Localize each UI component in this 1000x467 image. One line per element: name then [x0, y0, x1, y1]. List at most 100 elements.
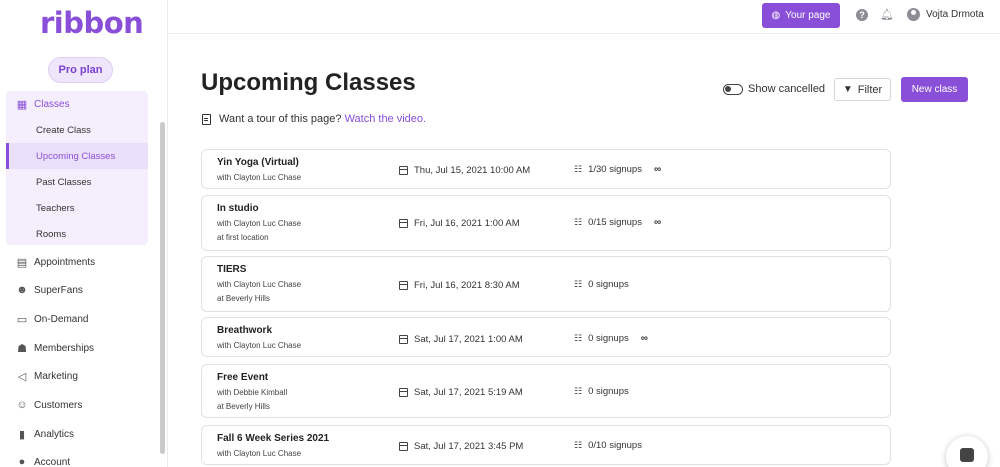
top-bar: ◍ Your page ? 🔔︎ Vojta Drmota [168, 0, 1000, 34]
new-class-button[interactable]: New class [901, 77, 968, 102]
filter-icon: ▼ [842, 84, 853, 95]
pro-plan-badge[interactable]: Pro plan [48, 57, 113, 83]
avatar[interactable] [907, 8, 920, 21]
sidebar-item-label: Marketing [34, 370, 78, 382]
class-date: Thu, Jul 15, 2021 10:00 AM [399, 165, 530, 176]
signups-text: 0 signups [588, 279, 629, 290]
megaphone-icon: ◁ [17, 370, 27, 383]
ribbon-logo[interactable]: ribbon [40, 6, 144, 40]
sidebar-scrollbar[interactable] [160, 122, 165, 454]
sidebar-item-account[interactable]: ● Account [10, 449, 70, 467]
filter-label: Filter [857, 83, 883, 96]
class-card[interactable]: Free Event with Debbie Kimball at Beverl… [201, 364, 891, 418]
calendar-icon [399, 442, 408, 451]
class-card[interactable]: In studio with Clayton Luc Chase at firs… [201, 195, 891, 251]
users-icon: ☻ [16, 284, 28, 296]
bar-chart-icon: ▮ [18, 428, 26, 441]
class-date-text: Sat, Jul 17, 2021 3:45 PM [414, 441, 524, 452]
show-cancelled-label[interactable]: Show cancelled [748, 83, 825, 95]
calendar-icon [399, 219, 408, 228]
customers-icon: ☺ [16, 399, 28, 411]
calendar-icon: ▦ [16, 98, 28, 111]
sidebar-item-superfans[interactable]: ☻ SuperFans [10, 277, 83, 303]
class-date-text: Fri, Jul 16, 2021 1:00 AM [414, 218, 520, 229]
show-cancelled-toggle[interactable] [723, 84, 743, 95]
sidebar-subitem-upcoming-classes[interactable]: Upcoming Classes [6, 143, 148, 169]
sidebar-item-marketing[interactable]: ◁ Marketing [10, 363, 78, 389]
filter-button[interactable]: ▼ Filter [834, 78, 891, 101]
class-location: at Beverly Hills [217, 402, 270, 411]
users-icon: ☷ [574, 279, 583, 289]
tour-text: Want a tour of this page? [219, 113, 342, 125]
watch-video-link[interactable]: Watch the video. [345, 113, 427, 125]
users-icon: ☷ [574, 333, 583, 343]
class-signups: ☷ 0 signups [574, 279, 629, 290]
class-location: at first location [217, 233, 269, 242]
class-date: Sat, Jul 17, 2021 1:00 AM [399, 334, 523, 345]
signups-text: 0/10 signups [588, 440, 642, 451]
class-card[interactable]: Yin Yoga (Virtual) with Clayton Luc Chas… [201, 149, 891, 189]
class-signups: ☷ 0/10 signups [574, 440, 642, 451]
bell-icon[interactable]: 🔔︎ [880, 8, 894, 21]
class-name: Yin Yoga (Virtual) [217, 157, 299, 168]
users-icon: ☷ [574, 440, 583, 450]
class-card[interactable]: TIERS with Clayton Luc Chase at Beverly … [201, 256, 891, 312]
account-icon: ● [18, 456, 26, 467]
class-date-text: Sat, Jul 17, 2021 5:19 AM [414, 387, 523, 398]
class-teacher: with Clayton Luc Chase [217, 341, 302, 350]
users-icon: ☷ [574, 386, 583, 396]
video-icon: ▭ [16, 313, 28, 326]
sidebar-item-appointments[interactable]: ▤ Appointments [10, 249, 95, 275]
class-teacher: with Debbie Kimball [217, 388, 288, 397]
class-card[interactable]: Breathwork with Clayton Luc Chase Sat, J… [201, 317, 891, 357]
calendar-grid-icon: ▤ [16, 256, 28, 269]
chat-icon [960, 448, 974, 462]
sidebar-item-customers[interactable]: ☺ Customers [10, 392, 82, 418]
your-page-label: Your page [785, 10, 831, 21]
sidebar-item-memberships[interactable]: ☗ Memberships [10, 335, 94, 361]
class-date-text: Thu, Jul 15, 2021 10:00 AM [414, 165, 531, 176]
calendar-icon [399, 388, 408, 397]
sidebar-item-label: Memberships [34, 342, 95, 354]
sidebar-item-label: Account [34, 456, 71, 467]
sidebar-item-label: Classes [34, 98, 70, 110]
members-icon: ☗ [17, 342, 27, 355]
sidebar-item-label: Analytics [34, 428, 75, 440]
your-page-button[interactable]: ◍ Your page [762, 3, 840, 28]
users-icon: ☷ [574, 164, 583, 174]
class-date: Sat, Jul 17, 2021 3:45 PM [399, 441, 523, 452]
user-name[interactable]: Vojta Drmota [926, 9, 984, 20]
class-signups: ☷ 0 signups [574, 386, 629, 397]
class-date: Fri, Jul 16, 2021 8:30 AM [399, 280, 520, 291]
sidebar-subitem-teachers[interactable]: Teachers [6, 195, 148, 221]
calendar-icon [399, 166, 408, 175]
class-date-text: Fri, Jul 16, 2021 8:30 AM [414, 280, 520, 291]
class-teacher: with Clayton Luc Chase [217, 449, 302, 458]
tour-prompt: Want a tour of this page? Watch the vide… [202, 113, 426, 125]
help-icon[interactable]: ? [856, 9, 868, 21]
sidebar-item-label: SuperFans [34, 284, 83, 296]
sidebar-item-label: On-Demand [34, 313, 89, 325]
sidebar: ribbon Pro plan ▦ Classes Create Class U… [0, 0, 168, 467]
calendar-icon [399, 335, 408, 344]
calendar-icon [399, 281, 408, 290]
signups-text: 0/15 signups [588, 217, 642, 228]
chat-widget-button[interactable] [946, 436, 988, 467]
class-card[interactable]: Fall 6 Week Series 2021 with Clayton Luc… [201, 425, 891, 465]
signups-text: 0 signups [588, 333, 629, 344]
sidebar-item-classes[interactable]: ▦ Classes [10, 91, 70, 117]
class-teacher: with Clayton Luc Chase [217, 173, 302, 182]
class-name: Fall 6 Week Series 2021 [217, 433, 330, 444]
sidebar-subitem-past-classes[interactable]: Past Classes [6, 169, 148, 195]
sidebar-subitem-rooms[interactable]: Rooms [6, 221, 148, 247]
class-signups: ☷ 0/15 signups ∞ [574, 217, 661, 228]
users-icon: ☷ [574, 217, 583, 227]
class-teacher: with Clayton Luc Chase [217, 280, 302, 289]
class-date: Sat, Jul 17, 2021 5:19 AM [399, 387, 523, 398]
sidebar-subitem-create-class[interactable]: Create Class [6, 117, 148, 143]
sidebar-item-on-demand[interactable]: ▭ On-Demand [10, 306, 89, 332]
sidebar-item-analytics[interactable]: ▮ Analytics [10, 421, 74, 447]
signups-text: 1/30 signups [588, 164, 642, 175]
globe-icon: ◍ [771, 10, 781, 21]
class-name: In studio [217, 203, 259, 214]
